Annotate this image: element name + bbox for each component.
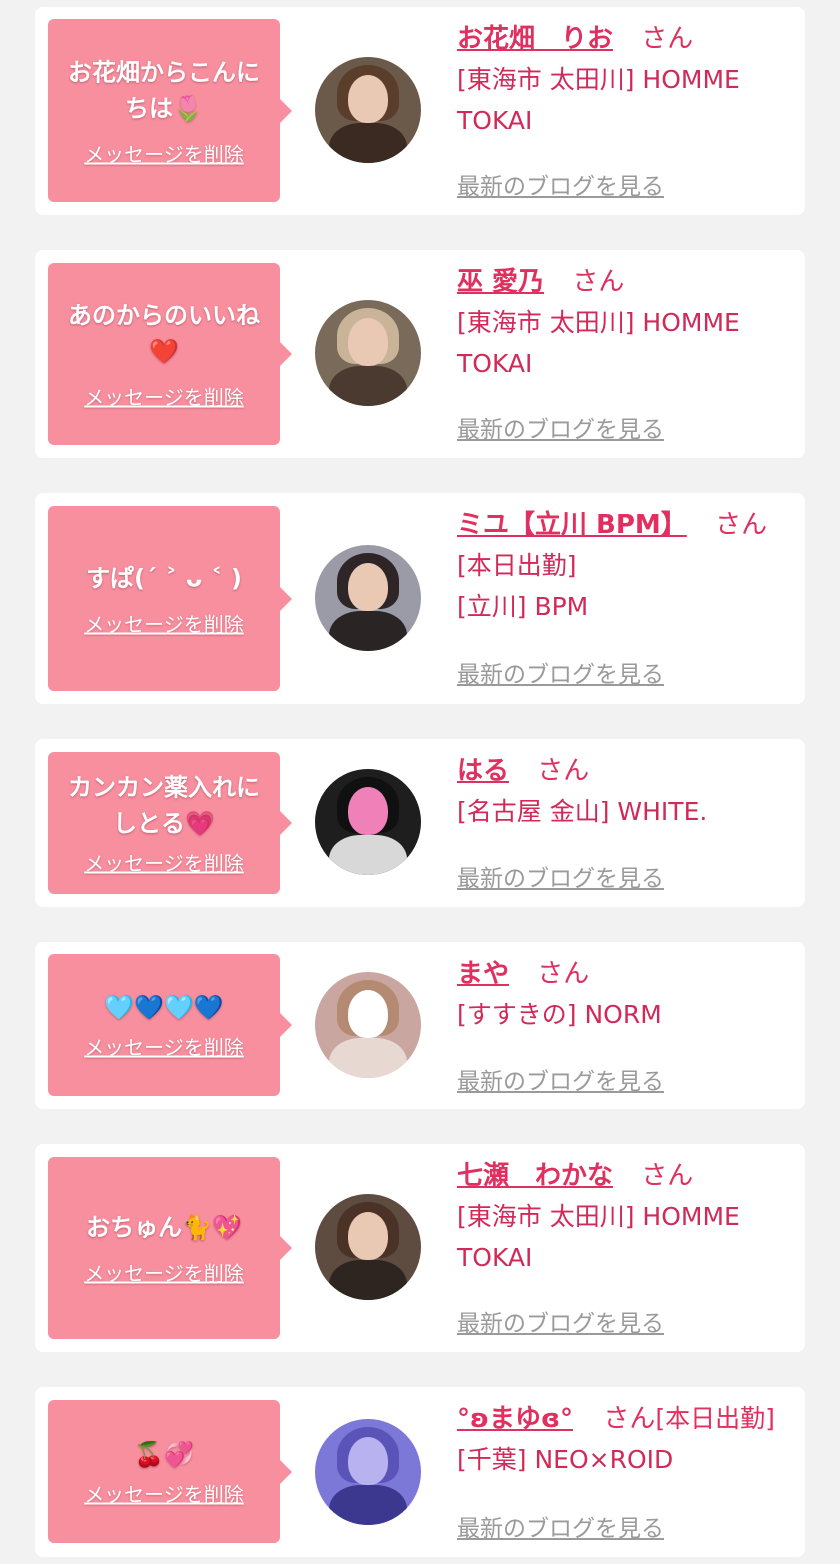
message-bubble: 🍒💞 メッセージを削除 [48,1400,292,1543]
shop-info: [東海市 太田川] HOMME TOKAI [457,1202,740,1272]
shop-info: [本日出勤] [立川] BPM [457,551,589,621]
shop-info: [東海市 太田川] HOMME TOKAI [457,65,740,135]
message-bubble: あのからのいいね ❤️ メッセージを削除 [48,263,292,445]
honorific: さん [715,510,768,540]
message-text: 🩵💙🩵💙 [104,993,224,1022]
latest-blog-link[interactable]: 最新のブログを見る [457,167,664,201]
message-text: あのからのいいね ❤️ [68,301,260,366]
delete-message-link[interactable]: メッセージを削除 [84,1478,244,1507]
honorific: さん [641,1161,694,1191]
delete-message-link[interactable]: メッセージを削除 [84,1258,244,1287]
girl-name-link[interactable]: 七瀬 わかな [457,1161,613,1191]
message-text: カンカン薬入れに しとる💗 [68,773,260,838]
message-bubble: おちゅん🐈💖 メッセージを削除 [48,1157,292,1339]
honorific: さん [537,959,590,989]
favorite-card: おちゅん🐈💖 メッセージを削除 七瀬 わかな さん [東海市 太田川] HOMM… [35,1144,805,1352]
girl-name-link[interactable]: はる [457,756,509,786]
message-text: おちゅん🐈💖 [86,1213,242,1242]
shop-info: [千葉] NEO×ROID [457,1445,674,1474]
message-bubble: 🩵💙🩵💙 メッセージを削除 [48,954,292,1096]
delete-message-link[interactable]: メッセージを削除 [84,382,244,411]
avatar[interactable] [315,972,421,1078]
shop-info: [名古屋 金山] WHITE. [457,797,708,826]
delete-message-link[interactable]: メッセージを削除 [84,848,244,877]
message-bubble: お花畑からこんに ちは🌷 メッセージを削除 [48,19,292,202]
avatar[interactable] [315,545,421,651]
delete-message-link[interactable]: メッセージを削除 [84,608,244,637]
girl-name-link[interactable]: お花畑 りお [457,24,613,54]
favorite-card: お花畑からこんに ちは🌷 メッセージを削除 お花畑 りお さん [東海市 太田川… [35,7,805,215]
delete-message-link[interactable]: メッセージを削除 [84,1032,244,1061]
latest-blog-link[interactable]: 最新のブログを見る [457,1304,664,1338]
avatar[interactable] [315,300,421,406]
honorific: さん [537,756,590,786]
avatar[interactable] [315,769,421,875]
message-text: 🍒💞 [134,1440,194,1468]
girl-name-link[interactable]: 巫 愛乃 [457,267,544,297]
latest-blog-link[interactable]: 最新のブログを見る [457,410,664,444]
latest-blog-link[interactable]: 最新のブログを見る [457,655,664,689]
favorite-card: カンカン薬入れに しとる💗 メッセージを削除 はる さん [名古屋 金山] WH… [35,739,805,907]
avatar[interactable] [315,57,421,163]
message-bubble: カンカン薬入れに しとる💗 メッセージを削除 [48,752,292,894]
favorite-card: すぱ(ˊ ˃ ᴗ ˂ ) メッセージを削除 ミユ【立川 BPM】 さん [本日出… [35,493,805,704]
girl-name-link[interactable]: °ʚまゆɞ° [457,1404,573,1434]
message-bubble: すぱ(ˊ ˃ ᴗ ˂ ) メッセージを削除 [48,506,292,691]
message-text: すぱ(ˊ ˃ ᴗ ˂ ) [86,564,242,592]
girl-name-link[interactable]: まや [457,959,509,989]
latest-blog-link[interactable]: 最新のブログを見る [457,859,664,893]
latest-blog-link[interactable]: 最新のブログを見る [457,1062,664,1096]
delete-message-link[interactable]: メッセージを削除 [84,138,244,167]
latest-blog-link[interactable]: 最新のブログを見る [457,1509,664,1543]
message-text: お花畑からこんに ちは🌷 [68,58,260,122]
honorific: さん [603,1404,656,1434]
favorite-card: あのからのいいね ❤️ メッセージを削除 巫 愛乃 さん [東海市 太田川] H… [35,250,805,458]
favorite-card: 🩵💙🩵💙 メッセージを削除 まや さん [すすきの] NORM 最新のブログを見… [35,942,805,1109]
honorific: さん [641,24,694,54]
favorite-card: 🍒💞 メッセージを削除 °ʚまゆɞ° さん[本日出勤] [千葉] NEO×ROI… [35,1387,805,1557]
today-attendance-label: [本日出勤] [655,1404,775,1433]
avatar[interactable] [315,1194,421,1300]
shop-info: [すすきの] NORM [457,1000,662,1029]
girl-name-link[interactable]: ミユ【立川 BPM】 [457,510,687,540]
shop-info: [東海市 太田川] HOMME TOKAI [457,308,740,378]
avatar[interactable] [315,1419,421,1525]
honorific: さん [572,267,625,297]
